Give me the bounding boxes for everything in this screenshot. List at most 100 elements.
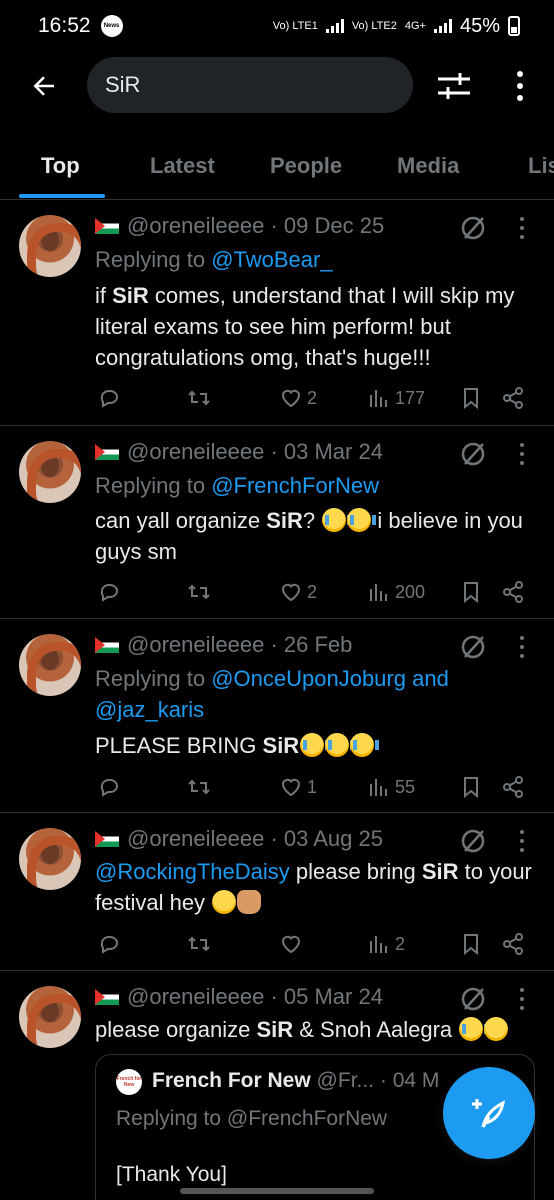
tweet-handle[interactable]: @oreneileeee [127,984,264,1010]
search-input[interactable]: SiR [87,57,413,113]
loudly-crying-face-icon [325,733,355,757]
reply-icon [100,779,118,797]
reply-button[interactable] [97,383,121,413]
grok-icon[interactable] [458,632,488,662]
reply-mention[interactable]: @FrenchForNew [211,473,379,498]
views-button[interactable]: 200 [367,577,425,607]
tweet[interactable]: @oreneileeee · 09 Dec 25 Replying to @Tw… [0,201,554,426]
reply-mention[interactable]: @TwoBear_ [211,247,332,272]
bookmark-button[interactable] [459,577,483,607]
tweet-handle[interactable]: @oreneileeee [127,826,264,852]
tweet-header: @oreneileeee · 03 Mar 24 [95,439,383,465]
share-button[interactable] [501,383,525,413]
tweet-handle[interactable]: @oreneileeee [127,213,264,239]
views-button[interactable]: 2 [367,929,405,959]
relieved-face-icon [212,890,237,914]
quoted-name[interactable]: French For New [152,1069,311,1092]
tweet-date: 03 Mar 24 [283,439,383,464]
like-button[interactable]: 2 [279,577,317,607]
tweet-text: if SiR comes, understand that I will ski… [95,283,515,370]
reply-icon [100,390,118,408]
tab-lists[interactable]: Lis [528,153,554,179]
tweet[interactable]: @oreneileeee · 26 Feb Replying to @OnceU… [0,620,554,813]
avatar[interactable] [19,215,81,277]
views-icon [370,936,387,953]
share-button[interactable] [501,577,525,607]
tweet-date: 09 Dec 25 [283,213,385,238]
tweet-more-icon[interactable] [512,828,532,854]
like-button[interactable]: 1 [279,772,317,802]
text-mention[interactable]: @RockingTheDaisy [95,859,290,884]
tweet-date: 26 Feb [283,632,353,657]
retweet-icon [188,390,210,406]
search-tabs: Top Latest People Media Lis [0,140,554,200]
avatar[interactable] [19,828,81,890]
more-options-button[interactable] [505,68,535,104]
share-icon [503,776,523,798]
avatar[interactable] [19,441,81,503]
tweet-header: @oreneileeee · 03 Aug 25 [95,826,383,852]
tab-people[interactable]: People [270,153,342,179]
tweet-header: @oreneileeee · 05 Mar 24 [95,984,383,1010]
loudly-crying-face-icon [322,508,352,532]
tab-top[interactable]: Top [41,153,80,179]
tab-media[interactable]: Media [397,153,459,179]
grok-icon[interactable] [458,439,488,469]
views-icon [370,584,387,601]
share-icon [503,581,523,603]
tweet-handle[interactable]: @oreneileeee [127,439,264,465]
search-filter-button[interactable] [434,68,474,104]
grok-icon[interactable] [458,826,488,856]
tweet-more-icon[interactable] [512,215,532,241]
reply-button[interactable] [97,577,121,607]
tweet-text: please organize SiR & Snoh Aalegra [95,1014,535,1045]
retweet-button[interactable] [187,929,211,959]
like-button[interactable] [279,929,307,959]
retweet-icon [188,584,210,600]
bookmark-button[interactable] [459,929,483,959]
quoted-avatar[interactable]: French for New [116,1069,142,1095]
bookmark-button[interactable] [459,383,483,413]
bookmark-button[interactable] [459,772,483,802]
back-button[interactable] [24,66,64,106]
tweet[interactable]: @oreneileeee · 03 Mar 24 Replying to @Fr… [0,427,554,619]
grok-icon[interactable] [458,984,488,1014]
sliders-icon [438,73,470,99]
tab-latest[interactable]: Latest [150,153,215,179]
retweet-button[interactable] [187,772,211,802]
compose-post-button[interactable] [443,1067,535,1159]
tweet-more-icon[interactable] [512,986,532,1012]
views-icon [370,390,387,407]
avatar[interactable] [19,986,81,1048]
avatar[interactable] [19,634,81,696]
pleading-face-icon [484,1017,509,1041]
reply-context: Replying to @TwoBear_ [95,247,333,272]
like-button[interactable]: 2 [279,383,317,413]
reply-context-2: @jaz_karis [95,697,204,723]
views-button[interactable]: 55 [367,772,415,802]
tweet-more-icon[interactable] [512,634,532,660]
grok-icon[interactable] [458,213,488,243]
retweet-button[interactable] [187,383,211,413]
views-button[interactable]: 177 [367,383,425,413]
status-time: 16:52 [38,14,91,37]
tweet[interactable]: @oreneileeee · 03 Aug 25 @RockingTheDais… [0,814,554,971]
tweet-handle[interactable]: @oreneileeee [127,632,264,658]
signal-icon [325,19,344,33]
lte2-label: Vo) LTE2 [351,20,397,32]
network-type-label: 4G+ [404,20,426,32]
lte1-label: Vo) LTE1 [272,20,318,32]
share-icon [503,933,523,955]
tweet-more-icon[interactable] [512,441,532,467]
retweet-button[interactable] [187,577,211,607]
loudly-crying-face-icon [347,508,377,532]
reply-button[interactable] [97,929,121,959]
reply-mention[interactable]: @OnceUponJoburg and [211,666,449,691]
palestine-flag-icon [95,637,119,653]
tweet-text: @RockingTheDaisy please bring SiR to you… [95,859,532,915]
share-button[interactable] [501,929,525,959]
share-button[interactable] [501,772,525,802]
reply-button[interactable] [97,772,121,802]
reply-mention[interactable]: @jaz_karis [95,697,204,722]
loudly-crying-face-icon [300,733,330,757]
